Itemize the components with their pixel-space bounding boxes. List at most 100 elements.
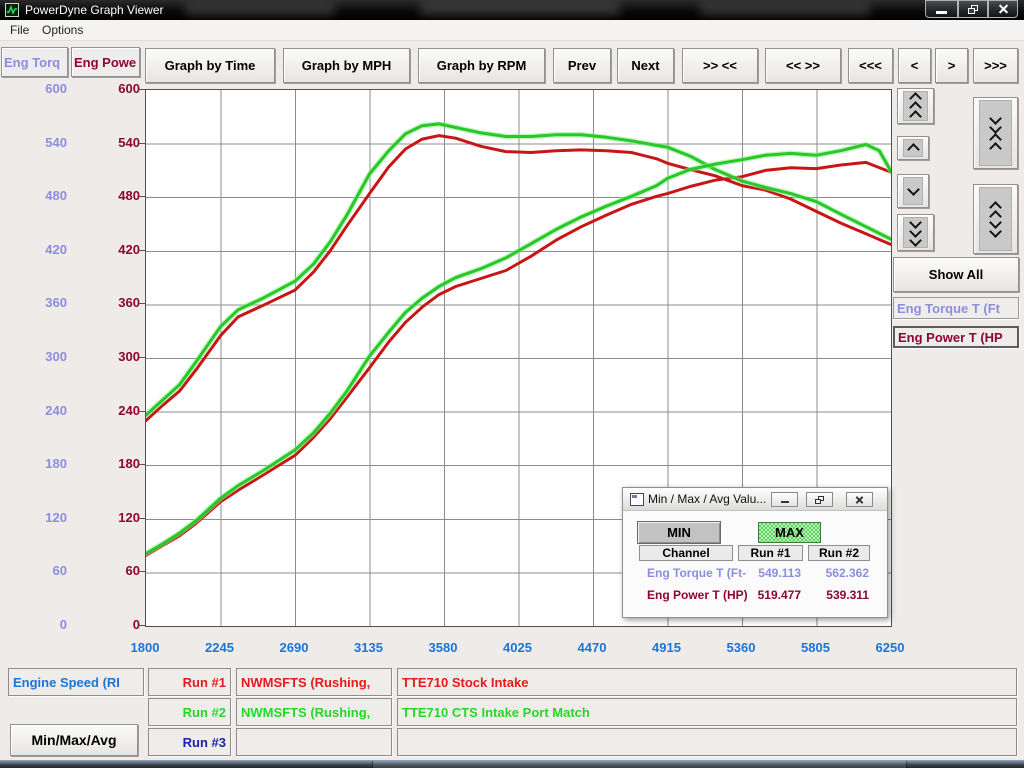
rpm-tick-label: 2245 (190, 640, 250, 655)
minmax-value-cell: 549.113 (731, 566, 801, 580)
power-tick-label: 60 (80, 563, 140, 578)
power-tick-label: 180 (80, 456, 140, 471)
minmax-window-icon (630, 493, 644, 506)
aero-blur-artifact (700, 4, 870, 15)
close-button[interactable] (988, 0, 1018, 18)
restore-icon (815, 496, 824, 504)
menu-options[interactable]: Options (38, 22, 87, 38)
torque-channel-tab[interactable]: Eng Torq (1, 47, 68, 77)
restore-button[interactable] (958, 0, 988, 18)
max-toggle-button[interactable]: MAX (758, 522, 821, 543)
minimize-icon (781, 501, 789, 503)
minmax-col-header[interactable]: Run #1 (738, 545, 803, 561)
taskbar-app-segment (372, 761, 907, 768)
chevron-up-icon (909, 110, 922, 123)
graph-by-mph-button[interactable]: Graph by MPH (283, 48, 410, 83)
scale-down-fast-button[interactable] (897, 214, 934, 251)
run-label-1[interactable]: Run #1 (148, 668, 231, 696)
graph-by-time-button[interactable]: Graph by Time (145, 48, 275, 83)
menu-bar: File Options (0, 20, 1024, 41)
power-channel-tab[interactable]: Eng Powe (71, 47, 140, 77)
scroll-far-right-button[interactable]: >>> (973, 48, 1018, 83)
aero-blur-artifact (185, 4, 335, 15)
torque-channel-label[interactable]: Eng Torque T (Ft (893, 297, 1019, 319)
rpm-tick-label: 6250 (860, 640, 920, 655)
rpm-tick-label: 4470 (562, 640, 622, 655)
run-file-field-3[interactable] (236, 728, 392, 756)
torque-tick-label: 120 (7, 510, 67, 525)
run-label-2[interactable]: Run #2 (148, 698, 231, 726)
torque-tick-label: 540 (7, 135, 67, 150)
minmax-close-button[interactable] (846, 492, 873, 507)
power-tick-label: 600 (80, 81, 140, 96)
rpm-tick-label: 4025 (488, 640, 548, 655)
torque-tick-label: 300 (7, 349, 67, 364)
power-tick-label: 240 (80, 403, 140, 418)
minmax-window[interactable]: Min / Max / Avg Valu... MIN MAX Channel R… (622, 487, 888, 618)
torque-tick-label: 0 (7, 617, 67, 632)
minmax-value-cell: 562.362 (799, 566, 869, 580)
scale-up-fast-button[interactable] (897, 88, 934, 124)
power-tick-label: 420 (80, 242, 140, 257)
x-channel-label[interactable]: Engine Speed (RI (8, 668, 144, 696)
power-tick-label: 120 (80, 510, 140, 525)
run-file-field-2[interactable]: NWMSFTS (Rushing, (236, 698, 392, 726)
torque-tick-label: 420 (7, 242, 67, 257)
menu-file[interactable]: File (6, 22, 33, 38)
torque-tick-label: 240 (7, 403, 67, 418)
power-tick-label: 0 (80, 617, 140, 632)
prev-button[interactable]: Prev (553, 48, 611, 83)
next-button[interactable]: Next (617, 48, 674, 83)
graph-by-rpm-button[interactable]: Graph by RPM (418, 48, 545, 83)
run-label-3[interactable]: Run #3 (148, 728, 231, 756)
run-description-field-2[interactable]: TTE710 CTS Intake Port Match (397, 698, 1017, 726)
scroll-right-button[interactable]: > (935, 48, 968, 83)
minmax-col-header[interactable]: Channel (639, 545, 733, 561)
close-icon (855, 495, 864, 504)
compress-vertical-button[interactable] (973, 97, 1018, 169)
scroll-far-left-button[interactable]: <<< (848, 48, 893, 83)
torque-tick-label: 360 (7, 295, 67, 310)
minmaxavg-button[interactable]: Min/Max/Avg (10, 724, 138, 756)
minmax-restore-button[interactable] (806, 492, 833, 507)
scale-up-button[interactable] (897, 136, 929, 160)
title-bar: PowerDyne Graph Viewer (0, 0, 1024, 20)
run-description-field-1[interactable]: TTE710 Stock Intake (397, 668, 1017, 696)
run-description-field-3[interactable] (397, 728, 1017, 756)
rpm-tick-label: 4915 (637, 640, 697, 655)
scale-down-button[interactable] (897, 174, 929, 208)
power-tick-label: 480 (80, 188, 140, 203)
torque-tick-label: 60 (7, 563, 67, 578)
rpm-tick-label: 3135 (339, 640, 399, 655)
window-title: PowerDyne Graph Viewer (25, 3, 164, 17)
min-toggle-button[interactable]: MIN (637, 521, 721, 544)
chevron-down-icon (989, 225, 1002, 238)
expand-vertical-button[interactable] (973, 184, 1018, 254)
rpm-tick-label: 2690 (264, 640, 324, 655)
power-tick-label: 540 (80, 135, 140, 150)
chevron-up-icon (989, 142, 1002, 155)
run-file-field-1[interactable]: NWMSFTS (Rushing, (236, 668, 392, 696)
minmax-col-header[interactable]: Run #2 (808, 545, 870, 561)
power-tick-label: 360 (80, 295, 140, 310)
shrink-x-range-button[interactable]: >> << (682, 48, 758, 83)
power-channel-label[interactable]: Eng Power T (HP (893, 326, 1019, 348)
minmax-window-title: Min / Max / Avg Valu... (648, 492, 766, 506)
minmax-minimize-button[interactable] (771, 492, 798, 507)
chevron-down-icon (909, 234, 922, 247)
app-icon (5, 3, 19, 17)
aero-blur-artifact (420, 3, 620, 15)
show-all-button[interactable]: Show All (893, 257, 1019, 292)
expand-x-range-button[interactable]: << >> (765, 48, 841, 83)
rpm-tick-label: 5360 (711, 640, 771, 655)
scroll-left-button[interactable]: < (898, 48, 931, 83)
restore-icon (968, 5, 978, 14)
torque-tick-label: 600 (7, 81, 67, 96)
taskbar-edge (0, 760, 1024, 768)
power-tick-label: 300 (80, 349, 140, 364)
minimize-button[interactable] (925, 0, 958, 18)
minmax-title-bar[interactable]: Min / Max / Avg Valu... (623, 488, 887, 511)
minimize-icon (936, 11, 947, 14)
close-icon (998, 4, 1009, 15)
minmax-value-cell: 539.311 (799, 588, 869, 602)
